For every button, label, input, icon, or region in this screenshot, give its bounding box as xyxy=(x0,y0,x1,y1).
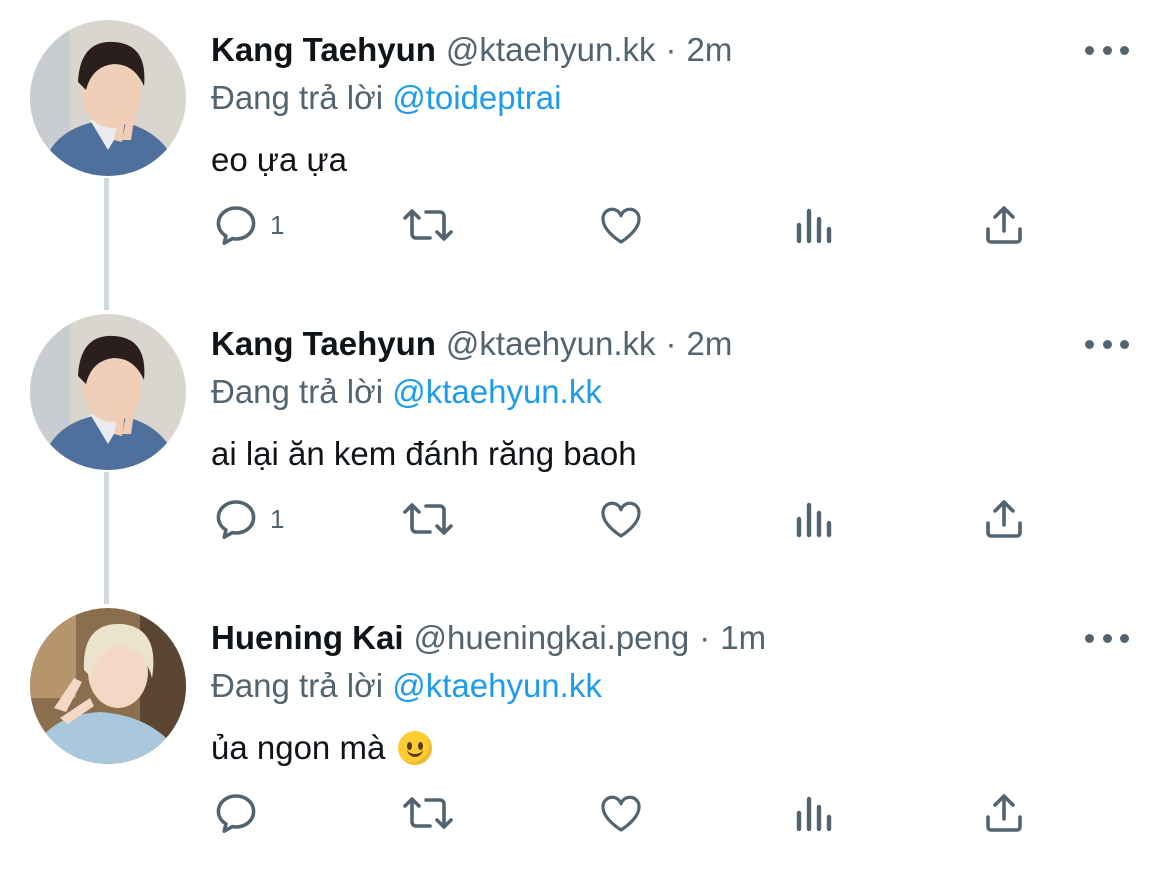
timestamp[interactable]: 2m xyxy=(687,322,733,366)
views-icon xyxy=(796,796,832,832)
views-icon xyxy=(796,208,832,244)
reply-icon xyxy=(216,206,256,245)
share-icon xyxy=(986,206,1022,244)
tweet-header: Kang Taehyun @ktaehyun.kk · 2m xyxy=(211,322,732,366)
retweet-button[interactable] xyxy=(400,489,456,549)
action-bar: 1 xyxy=(0,195,1170,255)
separator-dot: · xyxy=(665,31,677,68)
tweet-text: ai lại ăn kem đánh răng baoh xyxy=(211,435,637,472)
views-button[interactable] xyxy=(791,195,835,255)
avatar[interactable] xyxy=(30,20,186,176)
tweet-header: Huening Kai @hueningkai.peng · 1m xyxy=(211,616,766,660)
tweet-text: ủa ngon mà xyxy=(211,729,386,766)
slightly-smiling-face-icon xyxy=(398,731,433,765)
views-icon xyxy=(796,502,832,538)
retweet-icon xyxy=(403,503,453,535)
tweet[interactable]: Huening Kai @hueningkai.peng · 1m Đang t… xyxy=(0,588,1170,882)
replying-to: Đang trả lời @toideptrai xyxy=(211,76,561,120)
separator-dot: · xyxy=(699,619,711,656)
like-icon xyxy=(601,501,641,538)
like-button[interactable] xyxy=(596,489,646,549)
tweet[interactable]: Kang Taehyun @ktaehyun.kk · 2m Đang trả … xyxy=(0,294,1170,588)
replying-prefix: Đang trả lời xyxy=(211,373,384,410)
user-handle[interactable]: @ktaehyun.kk xyxy=(446,28,656,72)
more-icon[interactable] xyxy=(1085,38,1129,62)
user-handle[interactable]: @ktaehyun.kk xyxy=(446,322,656,366)
replying-to: Đang trả lời @ktaehyun.kk xyxy=(211,664,602,708)
retweet-icon xyxy=(403,209,453,241)
tweet[interactable]: Kang Taehyun @ktaehyun.kk · 2m Đang trả … xyxy=(0,0,1170,294)
like-button[interactable] xyxy=(596,195,646,255)
like-icon xyxy=(601,207,641,244)
retweet-button[interactable] xyxy=(400,195,456,255)
separator-dot: · xyxy=(665,325,677,362)
action-bar: 1 xyxy=(0,489,1170,549)
more-icon[interactable] xyxy=(1085,332,1129,356)
mention-link[interactable]: @toideptrai xyxy=(392,79,561,116)
tweet-text: eo ựa ựa xyxy=(211,141,347,178)
retweet-icon xyxy=(403,797,453,829)
reply-button[interactable]: 1 xyxy=(212,195,284,255)
more-icon[interactable] xyxy=(1085,626,1129,650)
share-button[interactable] xyxy=(980,195,1028,255)
timestamp[interactable]: 1m xyxy=(720,616,766,660)
reply-icon xyxy=(216,500,256,539)
replying-prefix: Đang trả lời xyxy=(211,667,384,704)
reply-button[interactable]: 1 xyxy=(212,489,284,549)
reply-icon xyxy=(216,794,256,833)
views-button[interactable] xyxy=(791,783,835,843)
retweet-button[interactable] xyxy=(400,783,456,843)
reply-count: 1 xyxy=(270,209,285,240)
share-button[interactable] xyxy=(980,489,1028,549)
share-icon xyxy=(986,500,1022,538)
replying-to: Đang trả lời @ktaehyun.kk xyxy=(211,370,602,414)
share-button[interactable] xyxy=(980,783,1028,843)
mention-link[interactable]: @ktaehyun.kk xyxy=(392,373,602,410)
action-bar xyxy=(0,783,1170,843)
share-icon xyxy=(986,794,1022,832)
timestamp[interactable]: 2m xyxy=(687,28,733,72)
display-name[interactable]: Huening Kai xyxy=(211,616,404,660)
avatar[interactable] xyxy=(30,608,186,764)
mention-link[interactable]: @ktaehyun.kk xyxy=(392,667,602,704)
tweet-header: Kang Taehyun @ktaehyun.kk · 2m xyxy=(211,28,732,72)
replying-prefix: Đang trả lời xyxy=(211,79,384,116)
avatar[interactable] xyxy=(30,314,186,470)
reply-count: 1 xyxy=(270,503,285,534)
views-button[interactable] xyxy=(791,489,835,549)
like-button[interactable] xyxy=(596,783,646,843)
display-name[interactable]: Kang Taehyun xyxy=(211,322,436,366)
reply-button[interactable] xyxy=(212,783,270,843)
user-handle[interactable]: @hueningkai.peng xyxy=(414,616,690,660)
display-name[interactable]: Kang Taehyun xyxy=(211,28,436,72)
like-icon xyxy=(601,795,641,832)
tweet-text-container: ủa ngon mà xyxy=(211,726,433,770)
